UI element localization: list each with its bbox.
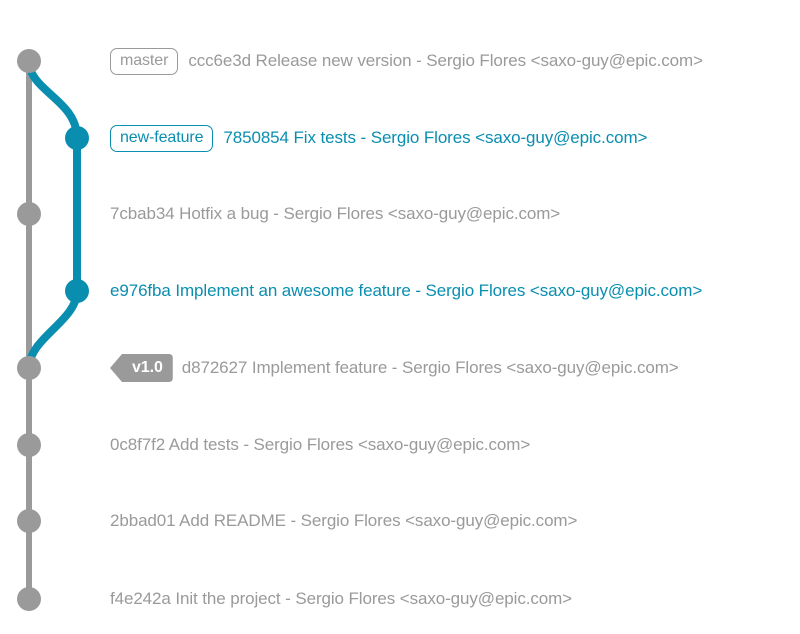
commit-message: e976fba Implement an awesome feature - S… — [110, 281, 703, 300]
commit-row[interactable]: 7cbab34 Hotfix a bug - Sergio Flores <sa… — [110, 198, 560, 230]
branch-label[interactable]: master — [110, 47, 179, 75]
commit-message: 7cbab34 Hotfix a bug - Sergio Flores <sa… — [110, 204, 561, 223]
commit-message: d872627 Implement feature - Sergio Flore… — [181, 358, 679, 377]
commit-row[interactable]: f4e242a Init the project - Sergio Flores… — [110, 583, 572, 615]
commit-row[interactable]: e976fba Implement an awesome feature - S… — [110, 275, 702, 307]
commit-node[interactable] — [17, 433, 41, 457]
commit-node[interactable] — [17, 587, 41, 611]
commit-row[interactable]: new-feature 7850854 Fix tests - Sergio Fl… — [110, 122, 647, 154]
commit-node[interactable] — [17, 356, 41, 380]
commit-node[interactable] — [65, 279, 89, 303]
commit-node[interactable] — [17, 202, 41, 226]
commit-message: 0c8f7f2 Add tests - Sergio Flores <saxo-… — [110, 435, 531, 454]
commit-node[interactable] — [65, 126, 89, 150]
git-graph — [17, 49, 89, 611]
tag-label[interactable]: v1.0 — [110, 354, 173, 382]
commit-row[interactable]: v1.0 d872627 Implement feature - Sergio F… — [110, 352, 679, 384]
commit-row[interactable]: master ccc6e3d Release new version - Serg… — [110, 45, 703, 77]
commit-row[interactable]: 0c8f7f2 Add tests - Sergio Flores <saxo-… — [110, 429, 530, 461]
commit-row[interactable]: 2bbad01 Add README - Sergio Flores <saxo… — [110, 505, 577, 537]
commit-node[interactable] — [17, 509, 41, 533]
commit-node[interactable] — [17, 49, 41, 73]
commit-message: 7850854 Fix tests - Sergio Flores <saxo-… — [223, 128, 648, 147]
branch-label[interactable]: new-feature — [110, 124, 214, 152]
commit-message: f4e242a Init the project - Sergio Flores… — [110, 589, 572, 608]
commit-message: ccc6e3d Release new version - Sergio Flo… — [188, 51, 703, 70]
commit-message: 2bbad01 Add README - Sergio Flores <saxo… — [110, 511, 578, 530]
